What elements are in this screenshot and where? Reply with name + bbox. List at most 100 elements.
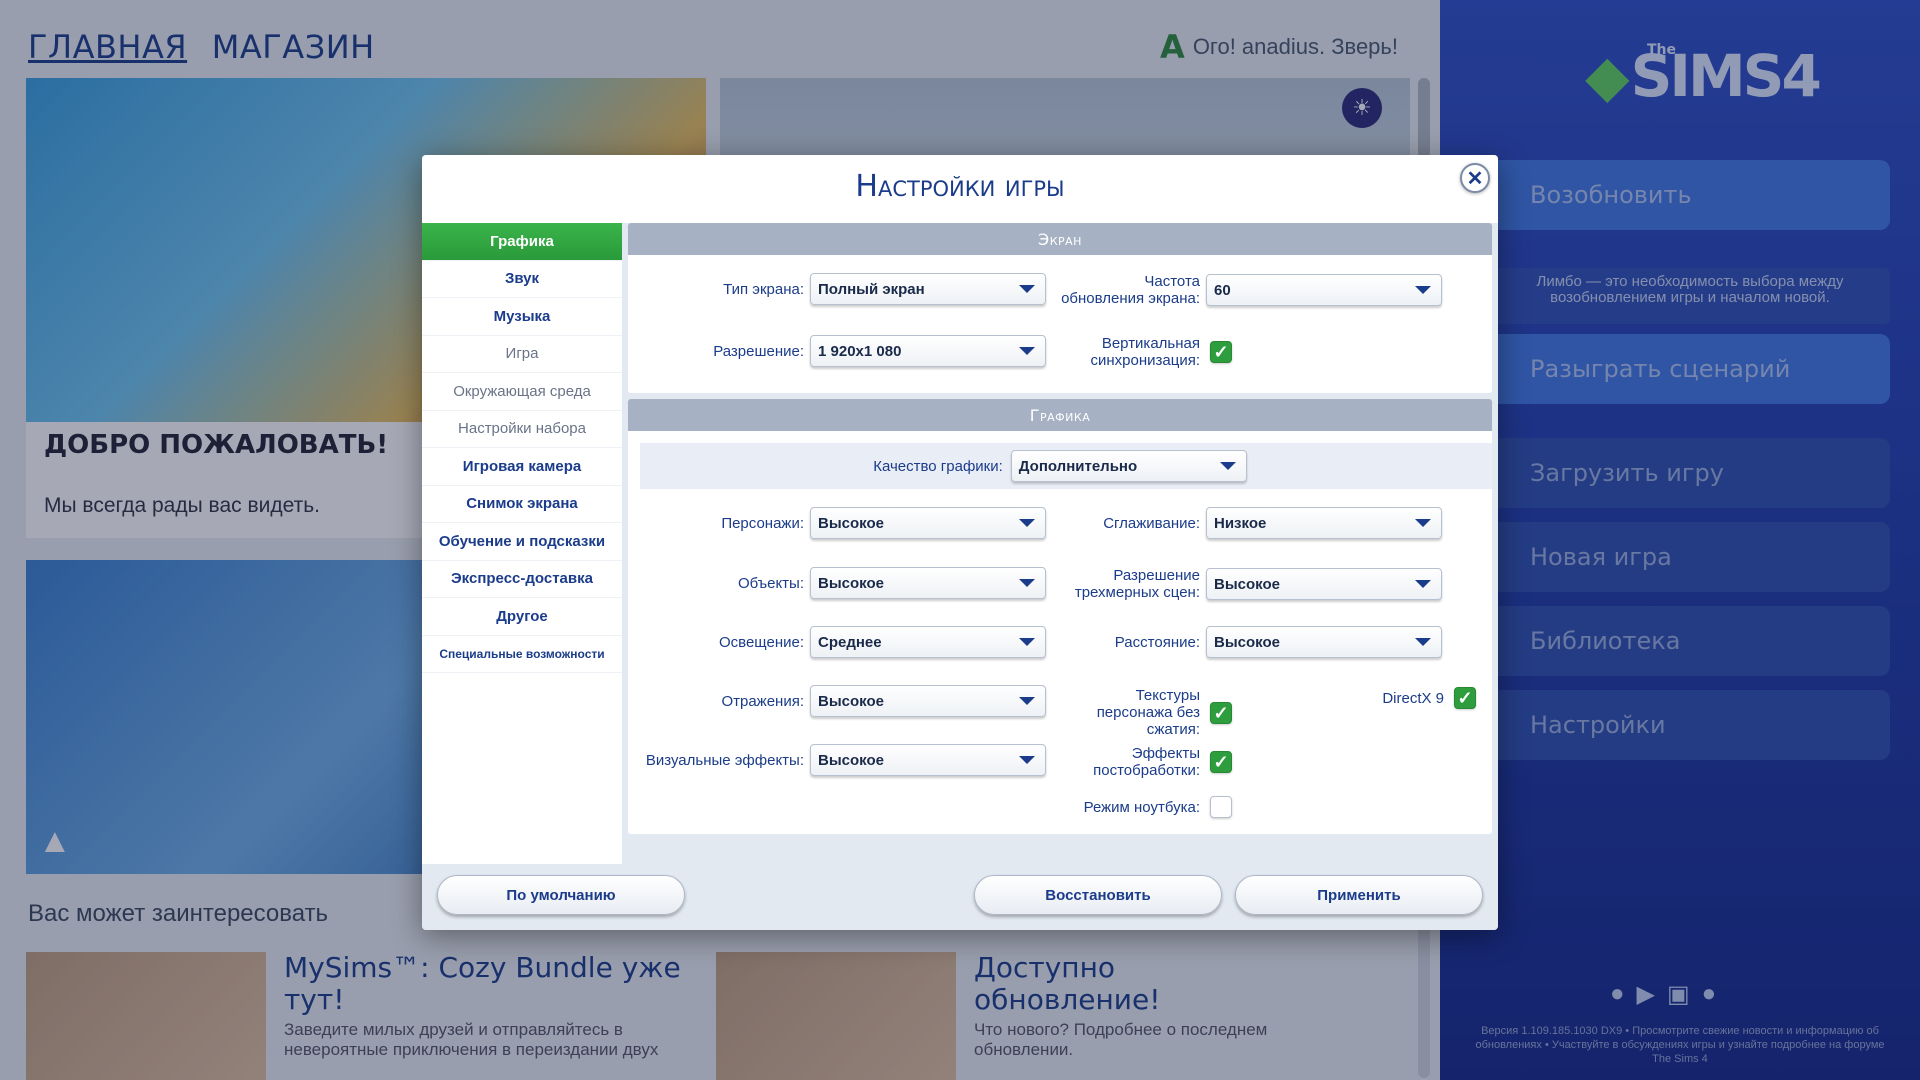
3d-resolution-row: Разрешение трехмерных сцен: Высокое xyxy=(1060,567,1442,601)
chevron-down-icon xyxy=(1019,638,1035,646)
antialiasing-value: Низкое xyxy=(1214,514,1267,532)
reflections-label: Отражения: xyxy=(721,692,804,710)
directx9-label: DirectX 9 xyxy=(1382,689,1444,707)
screen-type-dropdown[interactable]: Полный экран xyxy=(810,273,1046,305)
laptop-mode-row: Режим ноутбука: xyxy=(1060,796,1232,818)
quality-label: Качество графики: xyxy=(873,457,1003,475)
settings-content: Экран Тип экрана: Полный экран Частота о… xyxy=(624,223,1498,864)
uncompressed-textures-label: Текстуры персонажа без сжатия: xyxy=(1096,687,1200,738)
chevron-down-icon xyxy=(1019,347,1035,355)
refresh-rate-label: Частота обновления экрана: xyxy=(1061,273,1200,307)
vsync-row: Вертикальная синхронизация: ✓ xyxy=(1060,335,1232,369)
uncompressed-textures-row: Текстуры персонажа без сжатия: ✓ xyxy=(1060,687,1232,738)
refresh-rate-value: 60 xyxy=(1214,281,1231,299)
antialiasing-row: Сглаживание: Низкое xyxy=(1060,507,1442,539)
chevron-down-icon xyxy=(1415,580,1431,588)
chevron-down-icon xyxy=(1219,462,1236,470)
refresh-rate-dropdown[interactable]: 60 xyxy=(1206,274,1442,306)
resolution-row: Разрешение: 1 920x1 080 xyxy=(628,335,1046,367)
apply-button[interactable]: Применить xyxy=(1235,875,1483,915)
nav-item-accessibility[interactable]: Специальные возможности xyxy=(422,636,622,673)
3d-resolution-value: Высокое xyxy=(1214,575,1280,593)
sims-row: Персонажи: Высокое xyxy=(628,507,1046,539)
visual-effects-value: Высокое xyxy=(818,751,884,769)
quality-row: Качество графики: Дополнительно xyxy=(628,450,1492,482)
laptop-mode-checkbox[interactable] xyxy=(1210,796,1232,818)
chevron-down-icon xyxy=(1415,286,1431,294)
screen-section: Экран Тип экрана: Полный экран Частота о… xyxy=(628,223,1492,393)
post-processing-label: Эффекты постобработки: xyxy=(1093,745,1200,779)
objects-value: Высокое xyxy=(818,574,884,592)
settings-dialog: Настройки игры ✕ Графика Звук Музыка Игр… xyxy=(422,155,1498,930)
nav-item-game[interactable]: Игра xyxy=(422,336,622,373)
defaults-button[interactable]: По умолчанию xyxy=(437,875,685,915)
resolution-dropdown[interactable]: 1 920x1 080 xyxy=(810,335,1046,367)
objects-label: Объекты: xyxy=(737,574,804,592)
3d-resolution-dropdown[interactable]: Высокое xyxy=(1206,568,1442,600)
screen-type-value: Полный экран xyxy=(818,280,925,298)
vsync-checkbox[interactable]: ✓ xyxy=(1210,341,1232,363)
objects-row: Объекты: Высокое xyxy=(628,567,1046,599)
resolution-label: Разрешение: xyxy=(713,342,804,360)
chevron-down-icon xyxy=(1019,756,1035,764)
nav-item-graphics[interactable]: Графика xyxy=(422,223,622,261)
distance-dropdown[interactable]: Высокое xyxy=(1206,626,1442,658)
chevron-down-icon xyxy=(1019,519,1035,527)
nav-item-sound[interactable]: Звук xyxy=(422,261,622,298)
chevron-down-icon xyxy=(1019,697,1035,705)
dialog-header: Настройки игры ✕ xyxy=(422,155,1498,223)
nav-item-environment[interactable]: Окружающая среда xyxy=(422,373,622,411)
lighting-value: Среднее xyxy=(818,633,882,651)
uncompressed-textures-checkbox[interactable]: ✓ xyxy=(1210,701,1232,724)
visual-effects-dropdown[interactable]: Высокое xyxy=(810,744,1046,776)
antialiasing-label: Сглаживание: xyxy=(1103,514,1200,532)
directx9-checkbox[interactable]: ✓ xyxy=(1454,687,1476,709)
distance-value: Высокое xyxy=(1214,633,1280,651)
sims-value: Высокое xyxy=(818,514,884,532)
nav-item-delivery[interactable]: Экспресс-доставка xyxy=(422,561,622,598)
screen-type-label: Тип экрана: xyxy=(723,280,804,298)
chevron-down-icon xyxy=(1019,579,1035,587)
visual-effects-row: Визуальные эффекты: Высокое xyxy=(628,744,1046,776)
chevron-down-icon xyxy=(1415,519,1431,527)
sims-dropdown[interactable]: Высокое xyxy=(810,507,1046,539)
screen-type-row: Тип экрана: Полный экран xyxy=(628,273,1046,305)
chevron-down-icon xyxy=(1415,638,1431,646)
visual-effects-label: Визуальные эффекты: xyxy=(645,751,804,769)
refresh-rate-row: Частота обновления экрана: 60 xyxy=(1060,273,1442,307)
dialog-title: Настройки игры xyxy=(855,169,1065,204)
quality-value: Дополнительно xyxy=(1018,457,1138,475)
3d-resolution-label: Разрешение трехмерных сцен: xyxy=(1074,567,1200,601)
nav-item-pack-settings[interactable]: Настройки набора xyxy=(422,411,622,448)
settings-nav: Графика Звук Музыка Игра Окружающая сред… xyxy=(422,223,622,864)
directx9-row: DirectX 9 ✓ xyxy=(1314,687,1476,709)
close-icon[interactable]: ✕ xyxy=(1460,163,1490,193)
objects-dropdown[interactable]: Высокое xyxy=(810,567,1046,599)
distance-label: Расстояние: xyxy=(1114,633,1200,651)
nav-item-music[interactable]: Музыка xyxy=(422,298,622,336)
quality-dropdown[interactable]: Дополнительно xyxy=(1010,450,1247,482)
lighting-label: Освещение: xyxy=(719,633,804,651)
sims-label: Персонажи: xyxy=(721,514,804,532)
nav-item-camera[interactable]: Игровая камера xyxy=(422,448,622,486)
lighting-dropdown[interactable]: Среднее xyxy=(810,626,1046,658)
nav-item-screenshot[interactable]: Снимок экрана xyxy=(422,486,622,523)
lighting-row: Освещение: Среднее xyxy=(628,626,1046,658)
nav-item-other[interactable]: Другое xyxy=(422,598,622,636)
vsync-label: Вертикальная синхронизация: xyxy=(1090,335,1201,369)
graphics-section: Графика Качество графики: Дополнительно … xyxy=(628,399,1492,834)
nav-item-tutorial[interactable]: Обучение и подсказки xyxy=(422,523,622,561)
reflections-dropdown[interactable]: Высокое xyxy=(810,685,1046,717)
antialiasing-dropdown[interactable]: Низкое xyxy=(1206,507,1442,539)
post-processing-row: Эффекты постобработки: ✓ xyxy=(1060,745,1232,779)
graphics-section-header: Графика xyxy=(628,399,1492,431)
restore-button[interactable]: Восстановить xyxy=(974,875,1222,915)
screen-section-header: Экран xyxy=(628,223,1492,255)
chevron-down-icon xyxy=(1019,285,1035,293)
distance-row: Расстояние: Высокое xyxy=(1060,626,1442,658)
post-processing-checkbox[interactable]: ✓ xyxy=(1210,751,1232,773)
resolution-value: 1 920x1 080 xyxy=(818,342,902,360)
laptop-mode-label: Режим ноутбука: xyxy=(1083,798,1200,816)
reflections-value: Высокое xyxy=(818,692,884,710)
reflections-row: Отражения: Высокое xyxy=(628,685,1046,717)
